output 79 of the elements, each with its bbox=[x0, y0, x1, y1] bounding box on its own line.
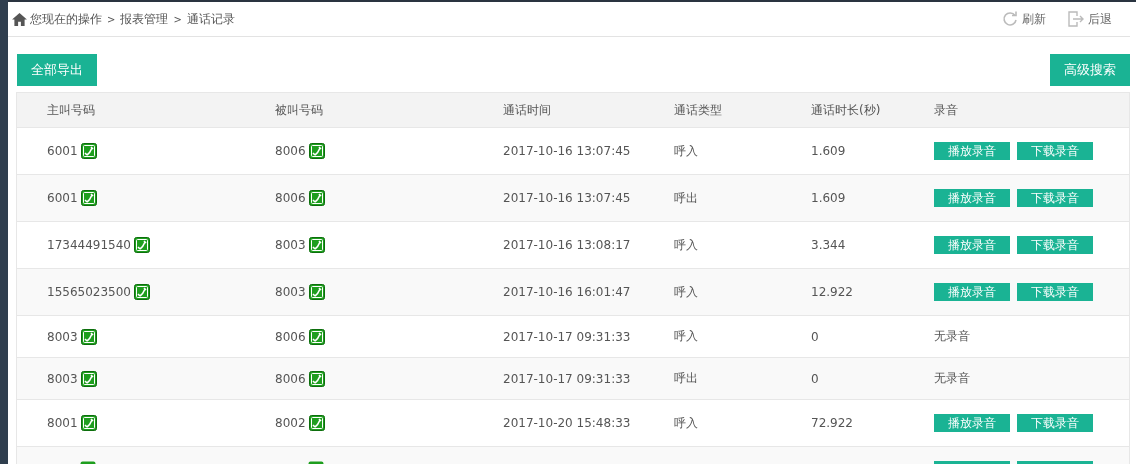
column-header: 通话类型 bbox=[673, 101, 723, 119]
export-all-button[interactable]: 全部导出 bbox=[17, 54, 97, 86]
table-cell: 8003 bbox=[275, 238, 306, 252]
breadcrumb-item[interactable]: 通话记录 bbox=[186, 10, 235, 28]
table-cell: 8006 bbox=[275, 191, 306, 205]
phone-icon[interactable] bbox=[80, 328, 97, 345]
exit-icon bbox=[1068, 11, 1084, 27]
download-recording-button[interactable]: 下载录音 bbox=[1017, 283, 1093, 301]
table-cell: 2017-10-17 09:31:33 bbox=[503, 329, 631, 344]
refresh-button[interactable]: 刷新 bbox=[1002, 10, 1046, 28]
play-recording-button[interactable]: 播放录音 bbox=[934, 236, 1010, 254]
table-cell: 2017-10-16 13:07:45 bbox=[503, 191, 631, 205]
phone-icon[interactable] bbox=[308, 284, 325, 300]
table-cell: 呼入 bbox=[674, 283, 698, 301]
download-recording-button[interactable]: 下载录音 bbox=[1017, 189, 1093, 207]
table-cell: 8006 bbox=[275, 329, 306, 344]
phone-icon[interactable] bbox=[80, 143, 97, 159]
table-cell: 2017-10-16 13:08:17 bbox=[503, 238, 631, 252]
table-cell: 8006 bbox=[275, 371, 306, 386]
advanced-search-button[interactable]: 高级搜索 bbox=[1050, 54, 1130, 86]
refresh-icon bbox=[1002, 11, 1018, 27]
breadcrumb-separator: > bbox=[107, 13, 116, 25]
table-cell: 呼出 bbox=[674, 370, 698, 387]
table-cell: 8001 bbox=[47, 416, 78, 430]
breadcrumb-item[interactable]: 报表管理 bbox=[120, 10, 169, 28]
column-header: 通话时长(秒) bbox=[810, 101, 882, 119]
phone-icon[interactable] bbox=[134, 237, 150, 253]
table-cell: 8006 bbox=[275, 144, 306, 158]
table-cell: 17344491540 bbox=[47, 238, 131, 252]
table-cell: 12.922 bbox=[811, 285, 853, 299]
play-recording-button[interactable]: 播放录音 bbox=[934, 283, 1010, 301]
table-cell: 2017-10-20 15:48:33 bbox=[503, 416, 631, 430]
phone-icon[interactable] bbox=[308, 415, 325, 431]
table-cell: 8003 bbox=[47, 329, 78, 344]
table-cell: 呼入 bbox=[674, 142, 698, 160]
column-header: 主叫号码 bbox=[46, 101, 96, 119]
table-cell: 8003 bbox=[47, 371, 78, 386]
table-cell: 6001 bbox=[47, 144, 78, 158]
download-recording-button[interactable]: 下载录音 bbox=[1017, 236, 1093, 254]
table-cell: 无录音 bbox=[934, 370, 970, 387]
table-cell: 6001 bbox=[47, 191, 78, 205]
breadcrumb-item[interactable]: 您现在的操作 bbox=[30, 10, 102, 28]
table-cell: 72.922 bbox=[811, 416, 853, 430]
table-cell: 呼入 bbox=[674, 236, 698, 254]
table-cell: 2017-10-16 16:01:47 bbox=[503, 285, 631, 299]
download-recording-button[interactable]: 下载录音 bbox=[1017, 414, 1093, 432]
table-cell: 3.344 bbox=[811, 238, 846, 252]
play-recording-button[interactable]: 播放录音 bbox=[934, 189, 1010, 207]
table-cell: 呼入 bbox=[674, 414, 698, 432]
breadcrumb-separator: > bbox=[173, 13, 182, 25]
table-cell: 8002 bbox=[275, 416, 306, 430]
phone-icon[interactable] bbox=[134, 284, 150, 300]
phone-icon[interactable] bbox=[308, 328, 325, 345]
column-header: 录音 bbox=[933, 101, 959, 119]
table-cell: 1.609 bbox=[811, 144, 846, 158]
table-cell: 无录音 bbox=[934, 328, 970, 345]
table-cell: 2017-10-16 13:07:45 bbox=[503, 144, 631, 158]
phone-icon[interactable] bbox=[80, 190, 97, 206]
column-header: 被叫号码 bbox=[274, 101, 324, 119]
phone-icon[interactable] bbox=[80, 370, 97, 387]
table-cell: 0 bbox=[811, 371, 819, 386]
back-button[interactable]: 后退 bbox=[1068, 10, 1112, 28]
play-recording-button[interactable]: 播放录音 bbox=[934, 414, 1010, 432]
table-cell: 2017-10-17 09:31:33 bbox=[503, 371, 631, 386]
play-recording-button[interactable]: 播放录音 bbox=[934, 142, 1010, 160]
phone-icon[interactable] bbox=[308, 237, 325, 253]
table-cell: 15565023500 bbox=[47, 285, 131, 299]
table-cell: 1.609 bbox=[811, 191, 846, 205]
home-icon bbox=[12, 12, 27, 26]
download-recording-button[interactable]: 下载录音 bbox=[1017, 142, 1093, 160]
table-cell: 呼出 bbox=[674, 189, 698, 207]
phone-icon[interactable] bbox=[308, 190, 325, 206]
phone-icon[interactable] bbox=[80, 415, 97, 431]
column-header: 通话时间 bbox=[502, 101, 552, 119]
phone-icon[interactable] bbox=[308, 370, 325, 387]
table-cell: 0 bbox=[811, 329, 819, 344]
phone-icon[interactable] bbox=[308, 143, 325, 159]
table-cell: 呼入 bbox=[674, 328, 698, 345]
table-cell: 8003 bbox=[275, 285, 306, 299]
